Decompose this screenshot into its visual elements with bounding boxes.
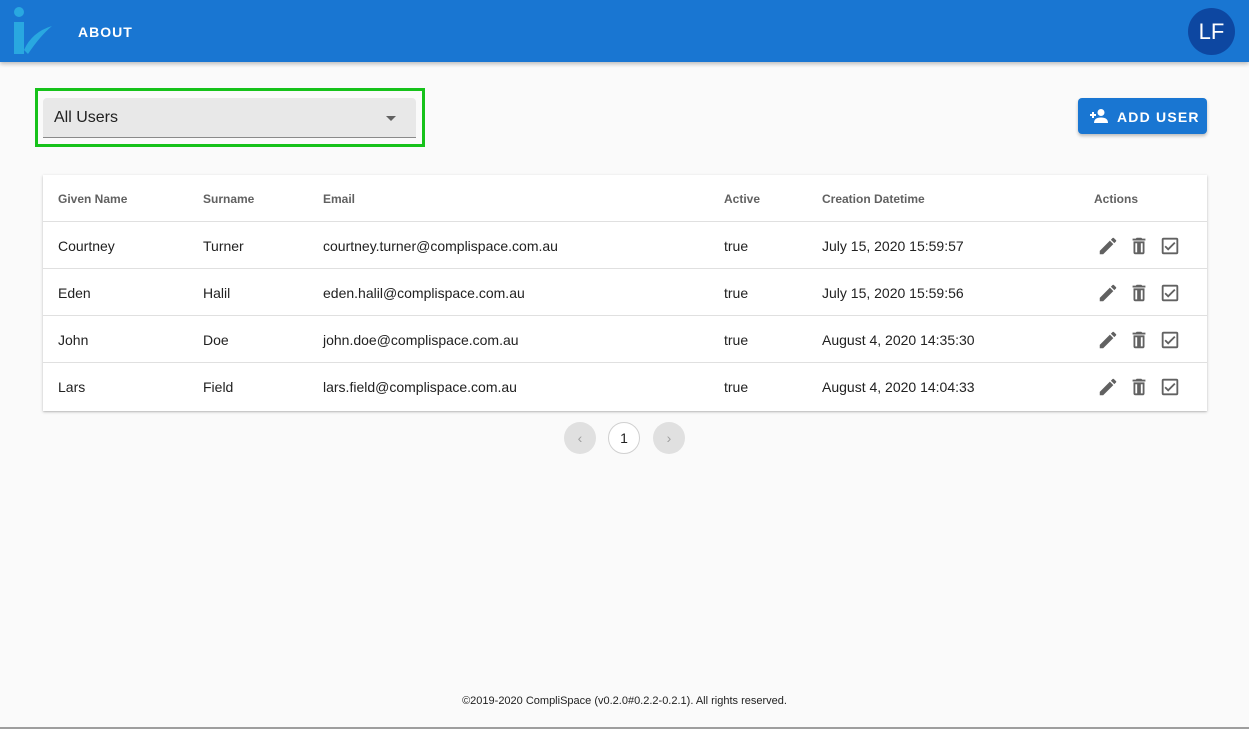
checkbox-checked-icon[interactable] <box>1159 376 1181 398</box>
table-row: Lars Field lars.field@complispace.com.au… <box>43 363 1207 410</box>
users-table: Given Name Surname Email Active Creation… <box>43 175 1207 411</box>
column-header-actions: Actions <box>1094 192 1139 206</box>
pagination-page-button[interactable]: 1 <box>608 422 640 454</box>
column-header-email[interactable]: Email <box>323 192 355 206</box>
checkbox-checked-icon[interactable] <box>1159 282 1181 304</box>
cell-creation-datetime: July 15, 2020 15:59:57 <box>822 238 964 254</box>
app-logo-icon[interactable] <box>10 6 56 56</box>
cell-creation-datetime: July 15, 2020 15:59:56 <box>822 285 964 301</box>
cell-email: john.doe@complispace.com.au <box>323 332 519 348</box>
cell-creation-datetime: August 4, 2020 14:35:30 <box>822 332 975 348</box>
table-row: Courtney Turner courtney.turner@complisp… <box>43 222 1207 269</box>
add-user-button[interactable]: ADD USER <box>1078 98 1207 134</box>
cell-email: lars.field@complispace.com.au <box>323 379 517 395</box>
cell-active: true <box>724 238 749 254</box>
pagination-prev-button[interactable]: ‹ <box>564 422 596 454</box>
pagination-next-button[interactable]: › <box>653 422 685 454</box>
cell-email: courtney.turner@complispace.com.au <box>323 238 558 254</box>
trash-icon[interactable] <box>1128 376 1150 398</box>
add-user-label: ADD USER <box>1117 109 1200 125</box>
user-filter-select[interactable]: All Users <box>43 98 416 138</box>
column-header-surname[interactable]: Surname <box>203 192 254 206</box>
table-header-row: Given Name Surname Email Active Creation… <box>43 175 1207 222</box>
trash-icon[interactable] <box>1128 235 1150 257</box>
user-avatar[interactable]: LF <box>1188 8 1235 55</box>
cell-creation-datetime: August 4, 2020 14:04:33 <box>822 379 975 395</box>
cell-email: eden.halil@complispace.com.au <box>323 285 525 301</box>
trash-icon[interactable] <box>1128 329 1150 351</box>
cell-given-name: Lars <box>58 379 86 395</box>
table-row: Eden Halil eden.halil@complispace.com.au… <box>43 269 1207 316</box>
column-header-active[interactable]: Active <box>724 192 760 206</box>
pencil-icon[interactable] <box>1097 376 1119 398</box>
cell-active: true <box>724 379 749 395</box>
cell-active: true <box>724 332 749 348</box>
cell-given-name: Courtney <box>58 238 115 254</box>
cell-surname: Turner <box>203 238 244 254</box>
table-row: John Doe john.doe@complispace.com.au tru… <box>43 316 1207 363</box>
pencil-icon[interactable] <box>1097 282 1119 304</box>
cell-surname: Halil <box>203 285 231 301</box>
app-bar: ABOUT LF <box>0 0 1249 62</box>
cell-given-name: John <box>58 332 89 348</box>
cell-surname: Field <box>203 379 234 395</box>
column-header-creation-datetime[interactable]: Creation Datetime <box>822 192 925 206</box>
column-header-given-name[interactable]: Given Name <box>58 192 127 206</box>
footer-copyright: ©2019-2020 CompliSpace (v0.2.0#0.2.2-0.2… <box>462 695 787 707</box>
checkbox-checked-icon[interactable] <box>1159 329 1181 351</box>
person-add-icon <box>1090 109 1108 123</box>
trash-icon[interactable] <box>1128 282 1150 304</box>
cell-surname: Doe <box>203 332 229 348</box>
cell-given-name: Eden <box>58 285 91 301</box>
pencil-icon[interactable] <box>1097 235 1119 257</box>
user-filter-value: All Users <box>54 109 119 126</box>
checkbox-checked-icon[interactable] <box>1159 235 1181 257</box>
nav-about-link[interactable]: ABOUT <box>78 24 133 40</box>
pencil-icon[interactable] <box>1097 329 1119 351</box>
dropdown-arrow-icon <box>386 116 396 121</box>
cell-active: true <box>724 285 749 301</box>
